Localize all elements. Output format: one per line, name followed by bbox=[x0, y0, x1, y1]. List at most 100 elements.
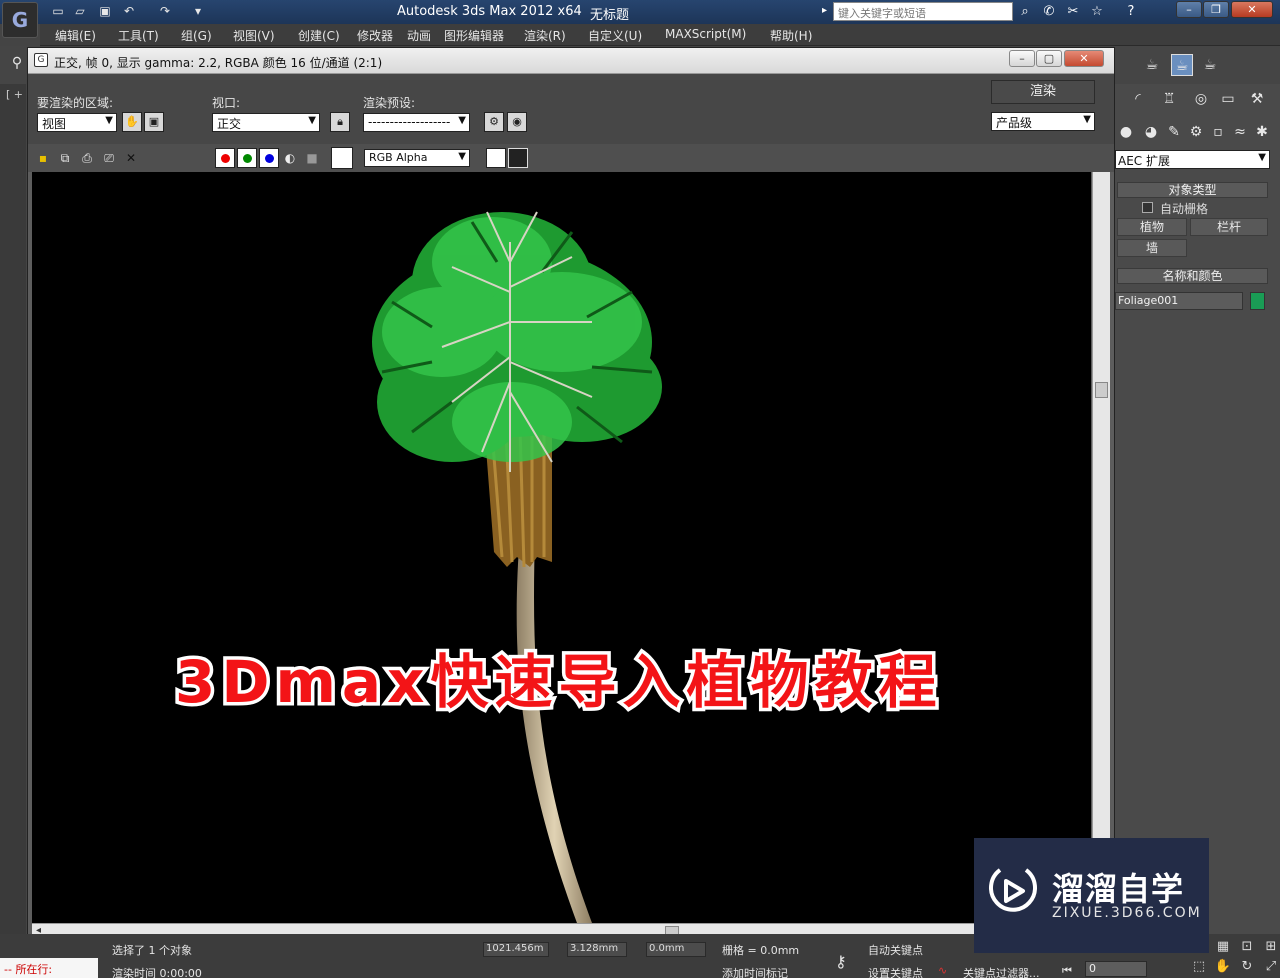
binoculars-icon[interactable]: ⌕ bbox=[1016, 3, 1034, 21]
auto-region-icon[interactable]: ▣ bbox=[144, 112, 164, 132]
save-file-icon[interactable]: ▣ bbox=[97, 4, 113, 19]
menu-edit[interactable]: 编辑(E) bbox=[55, 27, 96, 44]
menu-animation[interactable]: 动画 bbox=[407, 27, 431, 44]
app-minimize-button[interactable]: – bbox=[1176, 1, 1202, 18]
space-warps-icon[interactable]: ≈ bbox=[1229, 121, 1251, 143]
display-tab-icon[interactable]: ▭ bbox=[1217, 88, 1239, 110]
vertical-scroll-thumb[interactable] bbox=[1095, 382, 1108, 398]
set-key-button[interactable]: 设置关键点 bbox=[868, 965, 923, 978]
save-image-icon[interactable]: ▪ bbox=[34, 149, 52, 167]
object-type-rollout-header[interactable]: 对象类型 bbox=[1117, 182, 1268, 198]
blue-channel-toggle[interactable] bbox=[259, 148, 279, 168]
modify-tab-icon[interactable]: ◜ bbox=[1127, 88, 1149, 110]
z-coordinate-field[interactable]: 0.0mm bbox=[646, 942, 706, 957]
search-input[interactable]: 键入关键字或短语 bbox=[833, 2, 1013, 21]
red-channel-toggle[interactable] bbox=[215, 148, 235, 168]
render-window-minimize-button[interactable]: – bbox=[1009, 50, 1035, 67]
render-quality-dropdown[interactable]: 产品级 ▼ bbox=[991, 112, 1095, 131]
foliage-button[interactable]: 植物 bbox=[1117, 218, 1187, 236]
wall-button[interactable]: 墙 bbox=[1117, 239, 1187, 257]
x-coordinate-field[interactable]: 1021.456m bbox=[483, 942, 549, 957]
orbit-icon[interactable]: ↻ bbox=[1238, 958, 1256, 976]
render-canvas[interactable]: 3Dmax快速导入植物教程 bbox=[32, 172, 1091, 923]
menu-tools[interactable]: 工具(T) bbox=[118, 27, 159, 44]
auto-key-button[interactable]: 自动关键点 bbox=[868, 942, 923, 958]
teapot-render-setup-icon[interactable]: ☕ bbox=[1141, 54, 1163, 76]
vertical-scrollbar[interactable] bbox=[1092, 172, 1110, 923]
cameras-icon[interactable]: ⚙ bbox=[1185, 121, 1207, 143]
motion-tab-icon[interactable]: ◎ bbox=[1190, 88, 1212, 110]
geometry-icon[interactable]: ● bbox=[1115, 121, 1137, 143]
shapes-icon[interactable]: ◕ bbox=[1140, 121, 1162, 143]
render-window-maximize-button[interactable]: ▢ bbox=[1036, 50, 1062, 67]
select-link-icon[interactable]: ⚲ bbox=[6, 52, 28, 74]
favorites-star-icon[interactable]: ☆ bbox=[1088, 3, 1106, 21]
communication-center-icon[interactable]: ✆ bbox=[1040, 3, 1058, 21]
maximize-toggle-icon[interactable]: ⤢ bbox=[1262, 958, 1280, 976]
railing-button[interactable]: 栏杆 bbox=[1190, 218, 1268, 236]
menu-help[interactable]: 帮助(H) bbox=[770, 27, 812, 44]
pan-hand-icon[interactable]: ✋ bbox=[1214, 958, 1232, 976]
render-preset-dropdown[interactable]: ------------------- ▼ bbox=[363, 113, 470, 132]
menu-rendering[interactable]: 渲染(R) bbox=[524, 27, 566, 44]
add-time-tag[interactable]: 添加时间标记 bbox=[722, 965, 788, 978]
monochrome-icon[interactable]: ■ bbox=[303, 149, 321, 167]
viewport-label[interactable]: [ + bbox=[6, 88, 23, 101]
tools-icon[interactable]: ✂ bbox=[1064, 3, 1082, 21]
systems-icon[interactable]: ✱ bbox=[1251, 121, 1273, 143]
rendered-frame-window-icon[interactable]: ☕ bbox=[1171, 54, 1193, 76]
app-logo-icon[interactable]: G bbox=[2, 2, 38, 38]
edit-region-icon[interactable]: ✋ bbox=[122, 112, 142, 132]
toggle-ui-overlay-icon[interactable] bbox=[486, 148, 506, 168]
render-window-close-button[interactable]: ✕ bbox=[1064, 50, 1104, 67]
render-button[interactable]: 渲染 bbox=[991, 80, 1095, 104]
maxscript-mini-listener[interactable]: -- 所在行: bbox=[0, 958, 98, 978]
key-filters-button[interactable]: 关键点过滤器... bbox=[963, 965, 1040, 978]
zoom-extents-icon[interactable]: ▦ bbox=[1214, 938, 1232, 956]
menu-modifiers[interactable]: 修改器 bbox=[357, 27, 393, 44]
menu-graph-editors[interactable]: 图形编辑器 bbox=[444, 27, 504, 44]
help-icon[interactable]: ? bbox=[1122, 3, 1140, 21]
curve-icon[interactable]: ∿ bbox=[938, 964, 947, 977]
clone-window-icon[interactable]: ⧉ bbox=[56, 149, 74, 167]
y-coordinate-field[interactable]: 3.128mm bbox=[567, 942, 627, 957]
render-production-icon[interactable]: ☕ bbox=[1199, 54, 1221, 76]
utilities-tab-icon[interactable]: ⚒ bbox=[1246, 88, 1268, 110]
autogrid-checkbox[interactable] bbox=[1142, 202, 1153, 213]
environment-effects-icon[interactable]: ◉ bbox=[507, 112, 527, 132]
object-category-dropdown[interactable]: AEC 扩展 ▼ bbox=[1115, 150, 1270, 169]
maximize-viewport-icon[interactable]: ⊞ bbox=[1262, 938, 1280, 956]
menu-maxscript[interactable]: MAXScript(M) bbox=[665, 27, 746, 41]
green-channel-toggle[interactable] bbox=[237, 148, 257, 168]
print-icon[interactable]: ⎙ bbox=[78, 149, 96, 167]
zoom-extents-all-icon[interactable]: ⊡ bbox=[1238, 938, 1256, 956]
lights-icon[interactable]: ✎ bbox=[1163, 121, 1185, 143]
go-to-start-icon[interactable]: ⏮ bbox=[1062, 964, 1072, 978]
clear-icon[interactable]: ✕ bbox=[122, 149, 140, 167]
app-restore-button[interactable]: ❐ bbox=[1203, 1, 1229, 18]
name-color-rollout-header[interactable]: 名称和颜色 bbox=[1117, 268, 1268, 284]
key-icon[interactable]: ⚷ bbox=[835, 952, 847, 971]
lock-viewport-icon[interactable]: 🔒︎ bbox=[330, 112, 350, 132]
render-setup-icon[interactable]: ⚙ bbox=[484, 112, 504, 132]
object-color-swatch[interactable] bbox=[1250, 292, 1265, 310]
quick-access-dropdown-icon[interactable]: ▾ bbox=[190, 4, 206, 19]
helpers-icon[interactable]: ▫ bbox=[1207, 121, 1229, 143]
menu-group[interactable]: 组(G) bbox=[181, 27, 212, 44]
object-name-field[interactable]: Foliage001 bbox=[1115, 292, 1243, 310]
search-expand-icon[interactable]: ▸ bbox=[822, 5, 827, 16]
display-channel-dropdown[interactable]: RGB Alpha ▼ bbox=[364, 149, 470, 167]
menu-customize[interactable]: 自定义(U) bbox=[588, 27, 642, 44]
new-file-icon[interactable]: ▭ bbox=[50, 4, 66, 19]
app-close-button[interactable]: ✕ bbox=[1231, 1, 1273, 18]
menu-views[interactable]: 视图(V) bbox=[233, 27, 275, 44]
swatch-color[interactable] bbox=[331, 147, 353, 169]
region-zoom-icon[interactable]: ⬚ bbox=[1190, 958, 1208, 976]
hierarchy-tab-icon[interactable]: ♖ bbox=[1158, 88, 1180, 110]
print-image-icon[interactable]: ⎚ bbox=[100, 149, 118, 167]
current-frame-field[interactable]: 0 bbox=[1085, 961, 1147, 977]
open-file-icon[interactable]: ▱ bbox=[72, 4, 88, 19]
menu-create[interactable]: 创建(C) bbox=[298, 27, 340, 44]
undo-icon[interactable]: ↶ bbox=[121, 4, 137, 19]
toggle-ui-icon[interactable] bbox=[508, 148, 528, 168]
